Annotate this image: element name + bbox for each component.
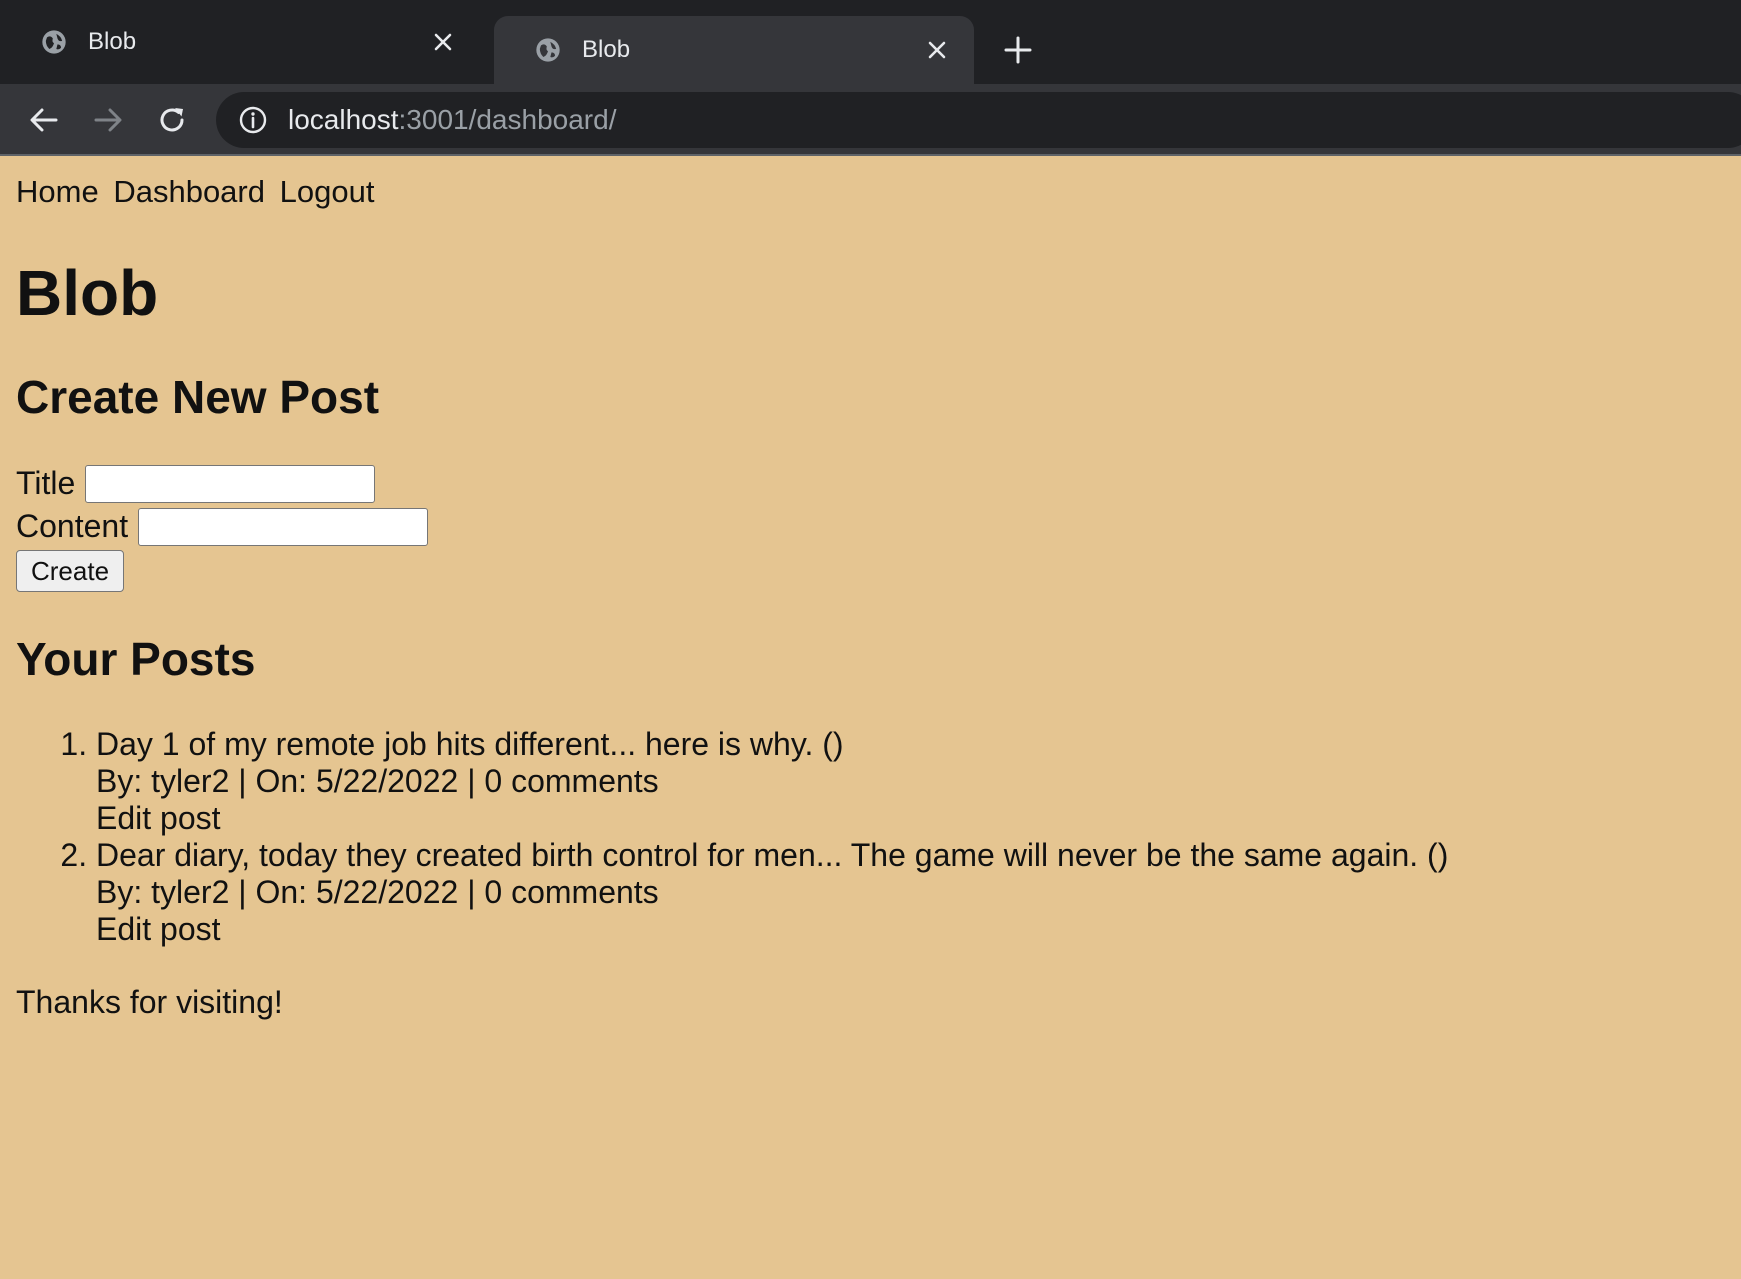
browser-toolbar: localhost:3001/dashboard/ — [0, 84, 1741, 156]
post-title-link[interactable]: Day 1 of my remote job hits different...… — [96, 726, 844, 762]
nav-home-link[interactable]: Home — [16, 174, 99, 209]
reload-button[interactable] — [150, 98, 194, 142]
top-nav: Home Dashboard Logout — [16, 174, 380, 210]
address-bar[interactable]: localhost:3001/dashboard/ — [216, 92, 1741, 148]
edit-post-link[interactable]: Edit post — [96, 911, 221, 947]
forward-arrow-icon — [94, 108, 122, 132]
tab-title: Blob — [88, 28, 137, 55]
title-label: Title — [16, 465, 76, 501]
create-button[interactable]: Create — [16, 550, 125, 592]
create-post-form: Title Content Create — [16, 462, 429, 592]
browser-tab-2[interactable]: Blob — [494, 16, 974, 84]
list-item: Dear diary, today they created birth con… — [96, 837, 1448, 948]
create-post-heading: Create New Post — [16, 371, 380, 423]
url-path: :3001/dashboard/ — [398, 104, 617, 135]
close-icon[interactable] — [428, 27, 458, 57]
edit-post-link[interactable]: Edit post — [96, 800, 221, 836]
nav-dashboard-link[interactable]: Dashboard — [113, 174, 265, 209]
content-label: Content — [16, 508, 129, 544]
forward-button[interactable] — [86, 98, 130, 142]
new-tab-button[interactable] — [998, 30, 1038, 70]
content-input[interactable] — [138, 507, 429, 546]
back-button[interactable] — [22, 98, 66, 142]
post-meta: By: tyler2 | On: 5/22/2022 | 0 comments — [96, 874, 659, 910]
content-row: Content — [16, 505, 429, 548]
browser-tab-1[interactable]: Blob — [0, 0, 480, 84]
title-input[interactable] — [85, 464, 376, 503]
plus-icon — [1004, 36, 1032, 64]
info-icon[interactable] — [238, 105, 268, 135]
reload-icon — [160, 108, 184, 132]
back-arrow-icon — [30, 108, 58, 132]
posts-list: Day 1 of my remote job hits different...… — [0, 726, 1448, 948]
tab-strip: Blob Blob — [0, 0, 1741, 84]
post-title-link[interactable]: Dear diary, today they created birth con… — [96, 837, 1448, 873]
site-title: Blob — [16, 257, 159, 329]
globe-icon — [42, 30, 66, 54]
your-posts-heading: Your Posts — [16, 633, 256, 685]
page-content: Home Dashboard Logout Blob Create New Po… — [0, 156, 1741, 1279]
post-meta: By: tyler2 | On: 5/22/2022 | 0 comments — [96, 763, 659, 799]
tab-title: Blob — [582, 36, 631, 63]
title-row: Title — [16, 462, 428, 505]
globe-icon — [536, 38, 560, 62]
footer-text: Thanks for visiting! — [16, 984, 283, 1020]
nav-logout-link[interactable]: Logout — [280, 174, 375, 209]
url-text: localhost:3001/dashboard/ — [288, 104, 616, 136]
close-icon[interactable] — [922, 35, 952, 65]
url-host: localhost — [288, 104, 399, 135]
list-item: Day 1 of my remote job hits different...… — [96, 726, 1448, 837]
